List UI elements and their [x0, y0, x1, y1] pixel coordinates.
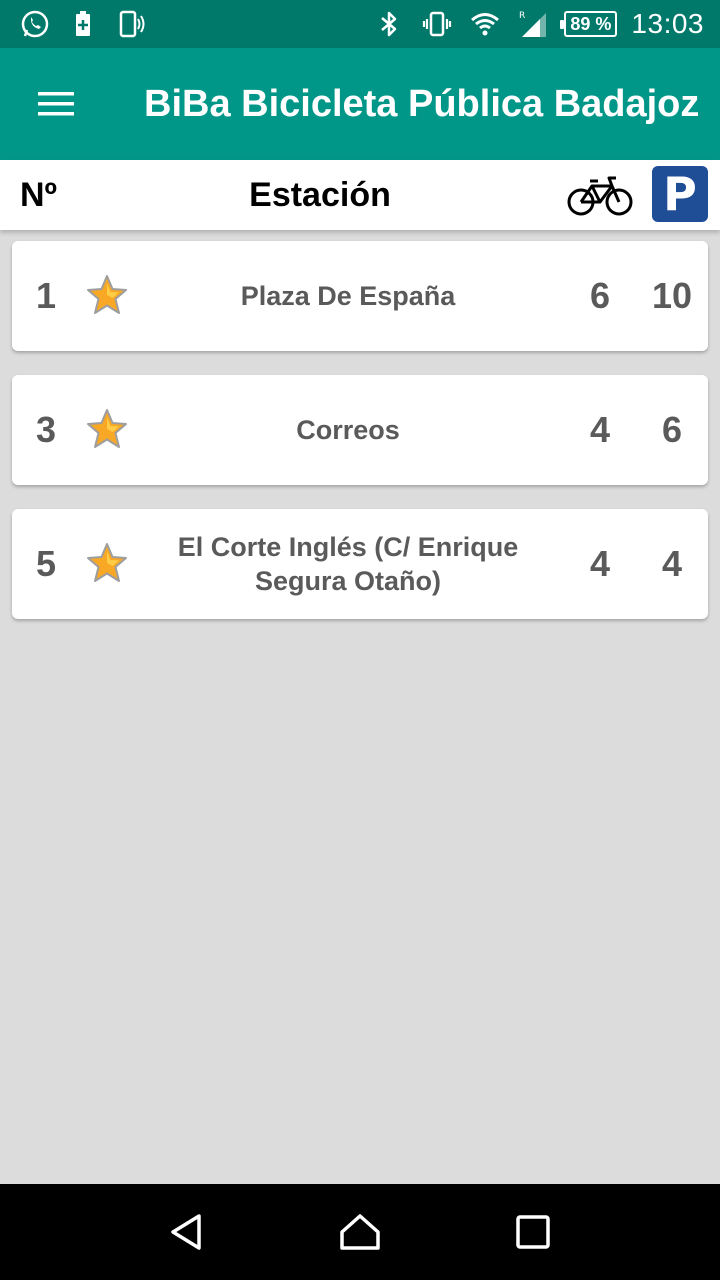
navigation-bar	[0, 1184, 720, 1280]
cell-signal-icon: R	[516, 7, 550, 41]
phone-signal-icon	[114, 7, 148, 41]
battery-saver-icon	[66, 7, 100, 41]
back-button[interactable]	[157, 1202, 217, 1262]
status-time: 13:03	[631, 8, 704, 39]
svg-text:R: R	[519, 11, 525, 21]
battery-indicator: 89 %	[560, 11, 618, 37]
bicycle-icon	[567, 176, 633, 216]
station-list: 1 Plaza De España 6 10 3 Correos 4 6 5 E…	[12, 241, 708, 643]
station-number: 1	[35, 275, 57, 316]
station-card[interactable]: 1 Plaza De España 6 10	[12, 241, 708, 351]
available-slots: 4	[661, 543, 683, 584]
square-icon	[516, 1215, 551, 1249]
favorite-star-icon[interactable]	[84, 541, 130, 585]
back-triangle-icon	[170, 1214, 201, 1250]
vibrate-icon	[420, 7, 454, 41]
menu-button[interactable]	[0, 48, 112, 160]
available-bikes: 4	[589, 409, 611, 450]
bluetooth-icon	[372, 7, 406, 41]
wifi-icon	[468, 7, 502, 41]
hamburger-menu-icon	[38, 92, 74, 116]
status-left-icons	[0, 7, 148, 41]
station-number: 5	[35, 543, 57, 584]
station-name: Correos	[296, 415, 400, 445]
station-name: El Corte Inglés (C/ Enrique Segura Otaño…	[177, 532, 519, 596]
home-icon	[340, 1214, 380, 1250]
favorite-star-icon[interactable]	[84, 407, 130, 451]
station-card[interactable]: 5 El Corte Inglés (C/ Enrique Segura Ota…	[12, 509, 708, 619]
recent-apps-button[interactable]	[503, 1202, 563, 1262]
favorite-star-icon[interactable]	[84, 273, 130, 317]
home-button[interactable]	[330, 1202, 390, 1262]
available-bikes: 4	[589, 543, 611, 584]
station-column-header: Estación	[249, 175, 391, 214]
table-header: Nº Estación P	[0, 160, 720, 230]
app-title: BiBa Bicicleta Pública Badajoz	[144, 82, 700, 125]
available-bikes: 6	[589, 275, 611, 316]
station-number: 3	[35, 409, 57, 450]
available-slots: 6	[661, 409, 683, 450]
parking-icon: P	[652, 166, 708, 222]
status-bar: R 89 % 13:03	[0, 0, 720, 48]
whatsapp-icon	[18, 7, 52, 41]
app-bar: BiBa Bicicleta Pública Badajoz	[0, 48, 720, 160]
available-slots: 10	[651, 275, 693, 316]
status-right-icons: R 89 % 13:03	[372, 7, 720, 41]
station-name: Plaza De España	[240, 281, 456, 311]
station-card[interactable]: 3 Correos 4 6	[12, 375, 708, 485]
